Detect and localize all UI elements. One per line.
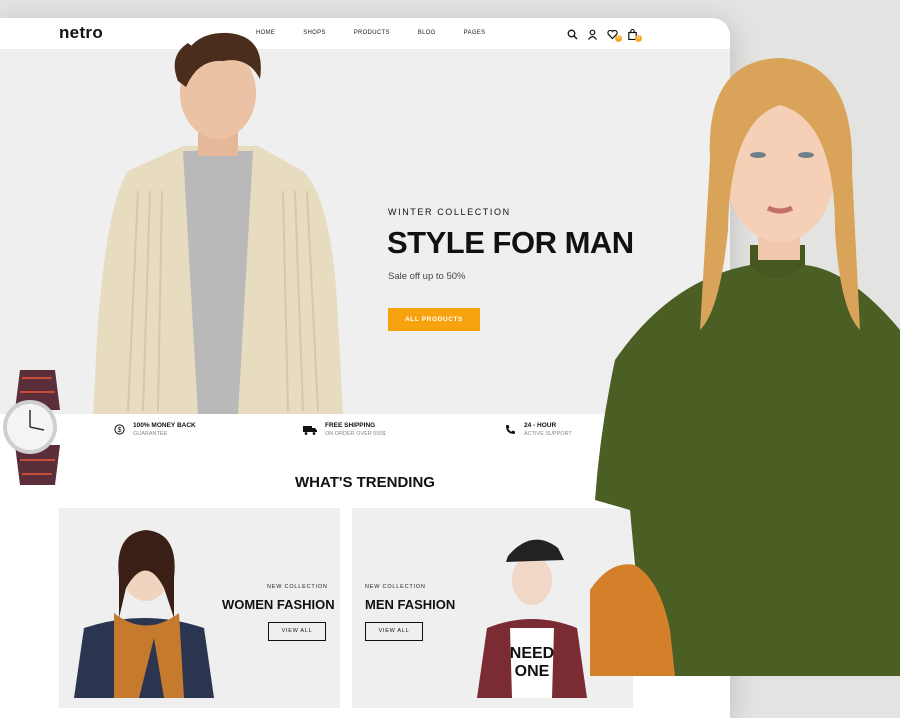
card-eyebrow: NEW COLLECTION xyxy=(267,584,328,590)
feature-title: 24 - HOUR xyxy=(524,422,557,429)
shirt-text: NEED xyxy=(510,645,554,662)
view-all-men-button[interactable]: VIEW ALL xyxy=(365,622,423,641)
shirt-text: ONE xyxy=(515,663,550,680)
feature-subtitle: ON ORDER OVER 500$ xyxy=(325,431,386,437)
all-products-button[interactable]: ALL PRODUCTS xyxy=(388,308,480,331)
search-icon[interactable] xyxy=(567,27,578,40)
feature-subtitle: ACTIVE SUPPORT xyxy=(524,431,572,437)
feature-support: 24 - HOUR ACTIVE SUPPORT xyxy=(505,422,572,437)
feature-money-back: $ 100% MONEY BACK GUARANTEE xyxy=(114,422,196,437)
women-fashion-card[interactable]: NEW COLLECTION WOMEN FASHION VIEW ALL xyxy=(59,508,340,708)
men-model-image: NEED ONE xyxy=(477,539,587,698)
hero-subtitle: Sale off up to 50% xyxy=(388,271,466,282)
hero-man-image xyxy=(93,32,343,416)
card-title: MEN FASHION xyxy=(365,597,456,612)
dollar-icon: $ xyxy=(114,424,125,435)
view-all-women-button[interactable]: VIEW ALL xyxy=(268,622,326,641)
card-eyebrow: NEW COLLECTION xyxy=(365,584,426,590)
card-title: WOMEN FASHION xyxy=(222,597,335,612)
women-model-image xyxy=(74,530,214,698)
wristwatch-image xyxy=(3,370,60,485)
woman-model-image xyxy=(590,58,900,676)
phone-icon xyxy=(506,425,515,434)
truck-icon xyxy=(303,425,317,435)
feature-free-shipping: FREE SHIPPING ON ORDER OVER 500$ xyxy=(303,422,386,437)
nav-pages[interactable]: PAGES xyxy=(464,30,486,36)
nav-blog[interactable]: BLOG xyxy=(418,30,436,36)
feature-subtitle: GUARANTEE xyxy=(133,431,168,437)
nav-products[interactable]: PRODUCTS xyxy=(354,30,390,36)
svg-text:$: $ xyxy=(118,427,122,434)
hero-eyebrow: WINTER COLLECTION xyxy=(388,207,511,217)
feature-title: FREE SHIPPING xyxy=(325,422,376,429)
feature-title: 100% MONEY BACK xyxy=(133,422,196,429)
